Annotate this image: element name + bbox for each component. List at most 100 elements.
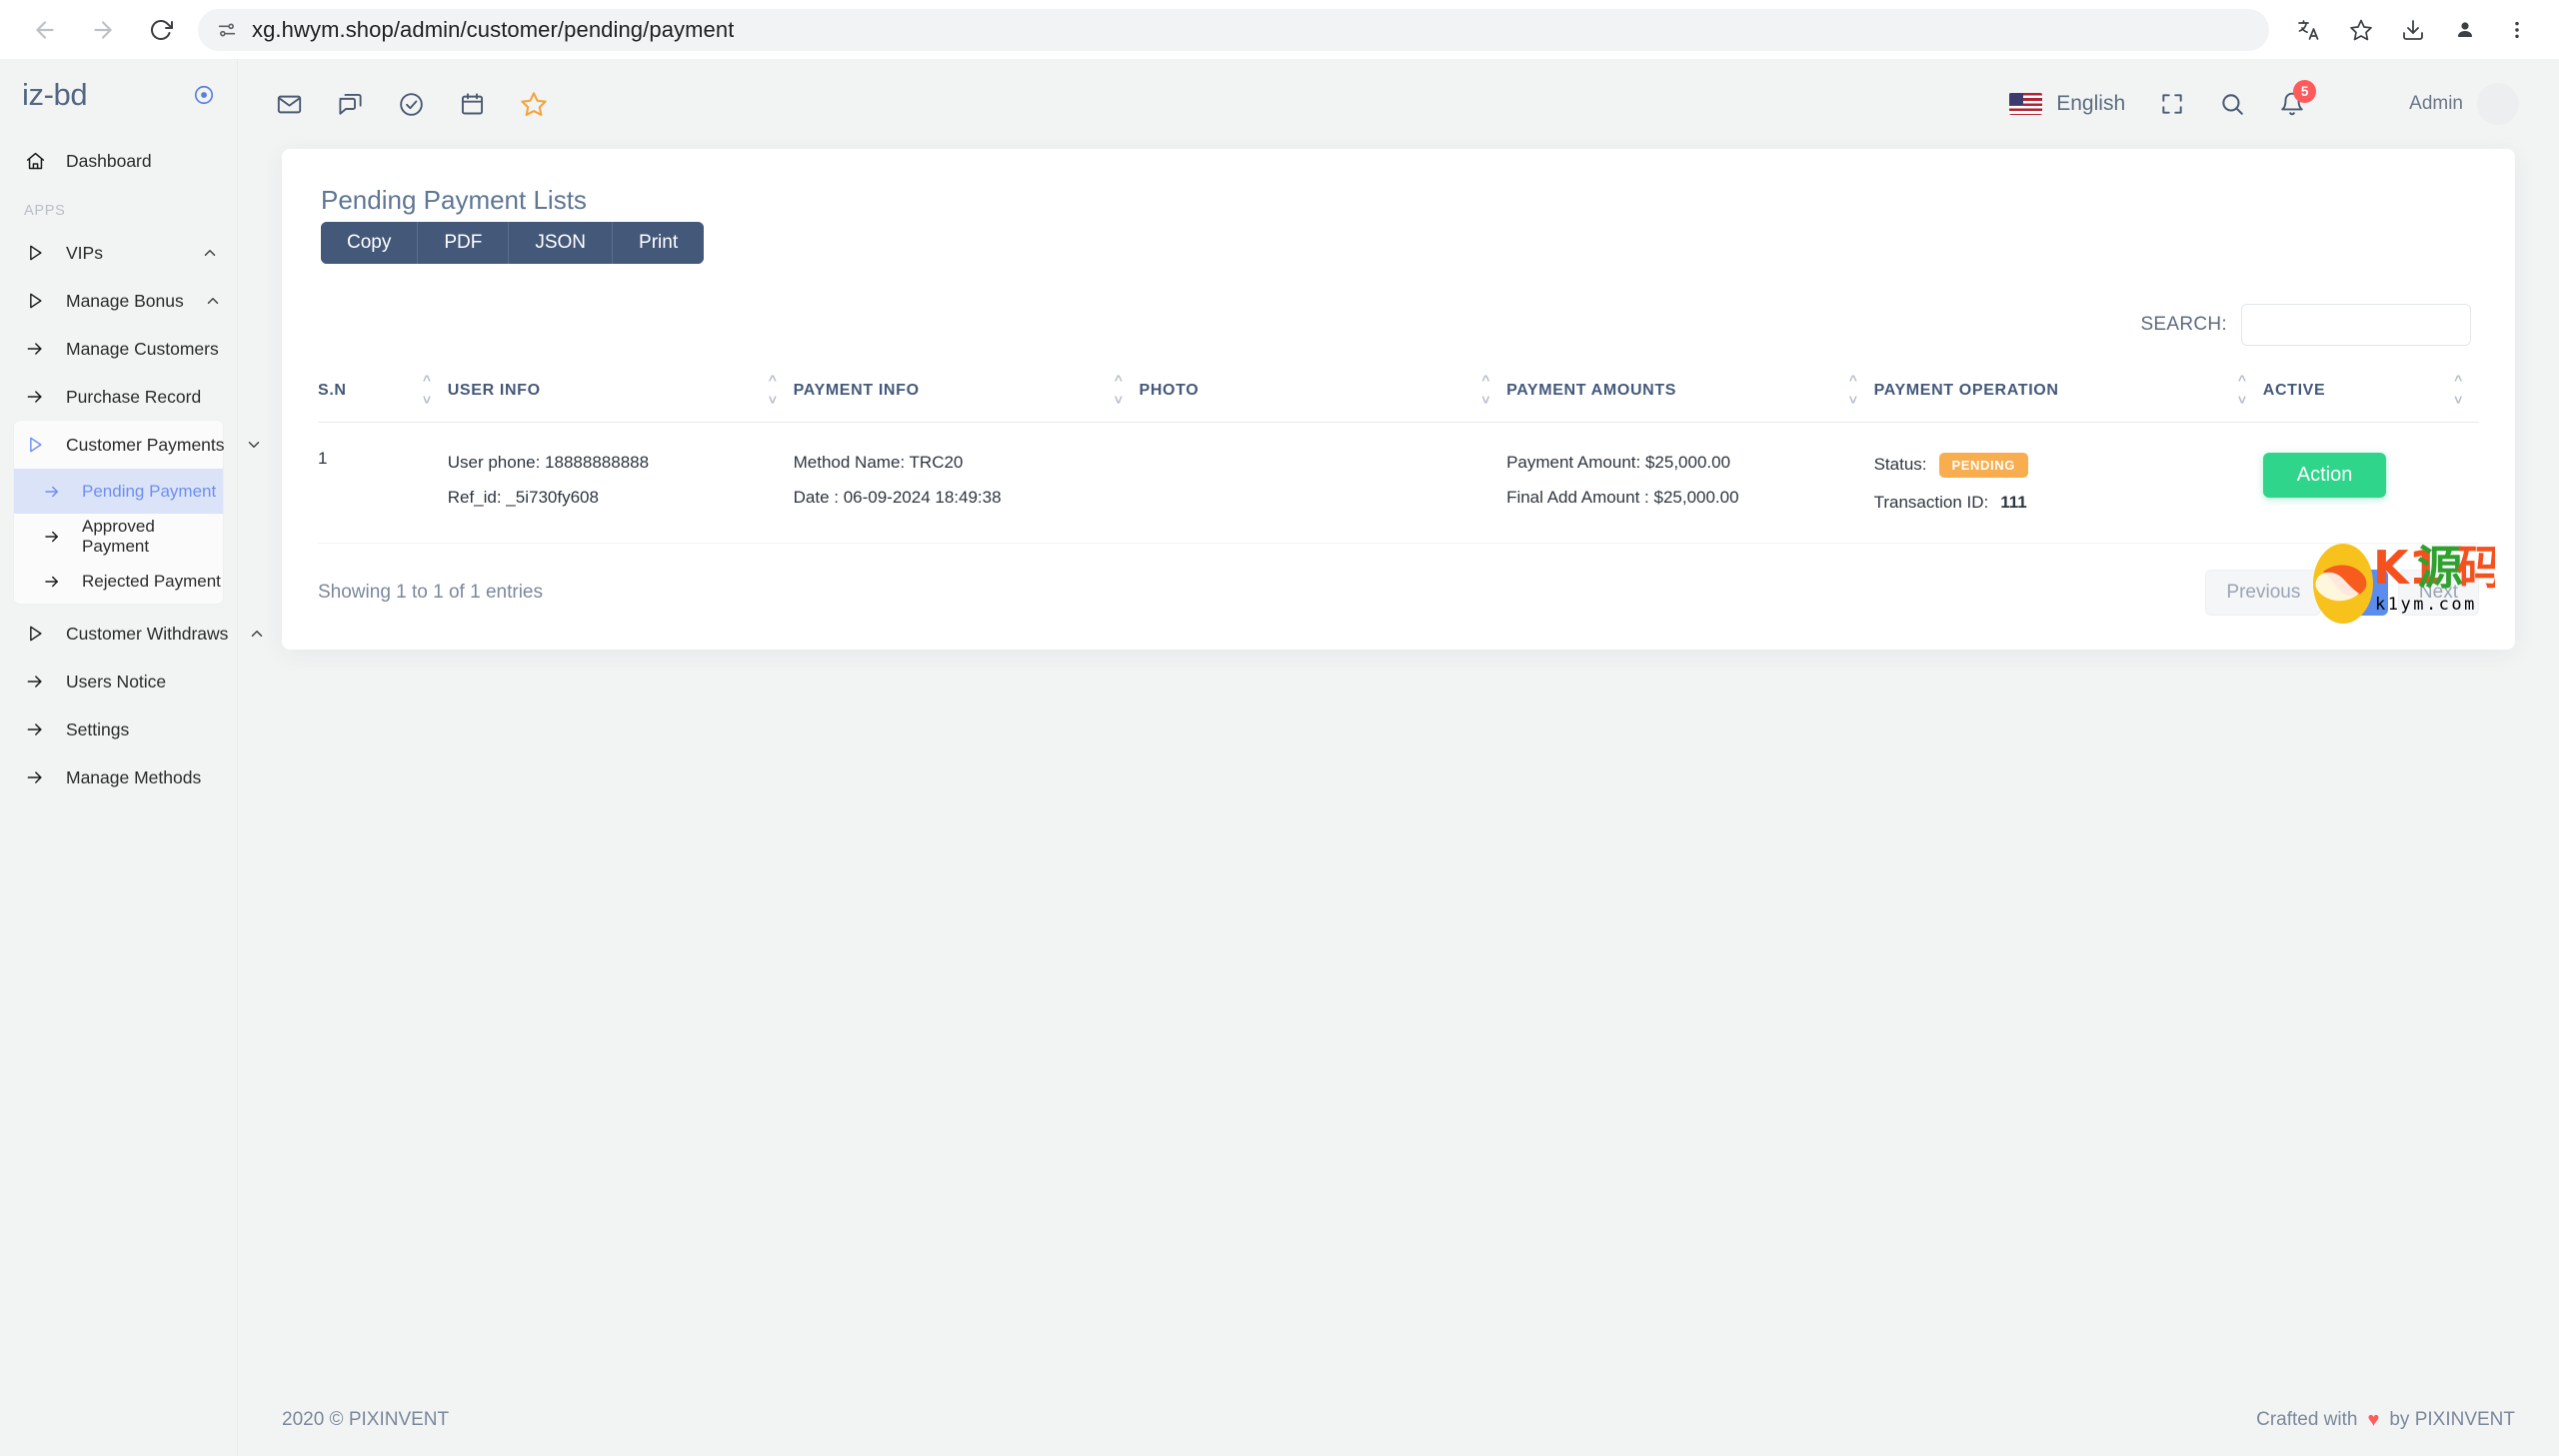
sidebar-brand[interactable]: iz-bd [0, 59, 237, 131]
browser-reload-button[interactable] [134, 3, 188, 57]
browser-forward-button[interactable] [76, 3, 130, 57]
sidebar-item-manage-methods[interactable]: Manage Methods [0, 753, 237, 801]
sidebar-item-customer-withdraws[interactable]: Customer Withdraws [0, 610, 237, 658]
entries-info: Showing 1 to 1 of 1 entries [318, 582, 543, 604]
pending-payments-card: Pending Payment Lists Copy PDF JSON Prin… [282, 149, 2515, 650]
sidebar-item-rejected-payment[interactable]: Rejected Payment [14, 559, 223, 604]
column-header-user-info[interactable]: USER INFO ^˅ [448, 368, 794, 423]
next-page-button[interactable]: Next [2398, 570, 2479, 616]
browser-toolbar: xg.hwym.shop/admin/customer/pending/paym… [0, 0, 2559, 59]
sidebar-item-purchase-record[interactable]: Purchase Record [0, 373, 237, 421]
home-icon [24, 150, 46, 172]
column-header-photo[interactable]: PHOTO ^˅ [1140, 368, 1507, 423]
json-button[interactable]: JSON [509, 222, 613, 264]
heart-icon: ♥ [2367, 1409, 2379, 1432]
page-footer: 2020 © PIXINVENT Crafted with ♥ by PIXIN… [238, 1384, 2559, 1456]
sidebar-item-label: Pending Payment [82, 482, 216, 502]
search-icon[interactable] [2219, 91, 2245, 117]
mail-icon[interactable] [276, 91, 303, 118]
sidebar-item-customer-payments[interactable]: Customer Payments [14, 421, 223, 469]
user-ref-id: Ref_id: _5i730fy608 [448, 488, 794, 508]
profile-icon[interactable] [2441, 6, 2489, 54]
pdf-button[interactable]: PDF [418, 222, 509, 264]
app-container: iz-bd Dashboard APPS VIPs [0, 59, 2559, 1456]
status-label: Status: [1874, 455, 1927, 475]
browser-address-bar[interactable]: xg.hwym.shop/admin/customer/pending/paym… [198, 9, 2269, 51]
sort-arrows-icon[interactable]: ^˅ [1849, 376, 1858, 404]
sidebar-item-dashboard[interactable]: Dashboard [0, 137, 237, 185]
translate-icon[interactable] [2285, 6, 2333, 54]
sort-arrows-icon[interactable]: ^˅ [769, 376, 778, 404]
print-button[interactable]: Print [613, 222, 704, 264]
table-body: 1 User phone: 18888888888 Ref_id: _5i730… [318, 422, 2479, 543]
browser-back-button[interactable] [18, 3, 72, 57]
column-label: S.N [318, 382, 347, 399]
sidebar-item-settings[interactable]: Settings [0, 706, 237, 753]
arrow-right-icon [24, 671, 46, 693]
cell-photo [1140, 422, 1507, 543]
arrow-right-icon [42, 527, 62, 547]
sidebar-item-label: Users Notice [66, 672, 166, 693]
sort-arrows-icon[interactable]: ^˅ [1115, 376, 1124, 404]
column-header-payment-info[interactable]: PAYMENT INFO ^˅ [794, 368, 1140, 423]
arrow-right-icon [42, 482, 62, 502]
circle-target-icon[interactable] [193, 84, 215, 106]
bookmark-star-icon[interactable] [2337, 6, 2385, 54]
payment-amount: Payment Amount: $25,000.00 [1506, 453, 1874, 473]
sidebar-item-manage-customers[interactable]: Manage Customers [0, 325, 237, 373]
column-header-sn[interactable]: S.N ^˅ [318, 368, 448, 423]
user-name: Admin [2409, 93, 2463, 115]
column-header-payment-operation[interactable]: PAYMENT OPERATION ^˅ [1874, 368, 2263, 423]
column-label: PHOTO [1140, 382, 1200, 399]
column-label: USER INFO [448, 382, 541, 399]
cell-payment-info: Method Name: TRC20 Date : 06-09-2024 18:… [794, 422, 1140, 543]
sort-arrows-icon[interactable]: ^˅ [1481, 376, 1490, 404]
arrow-right-icon [24, 766, 46, 788]
url-text: xg.hwym.shop/admin/customer/pending/paym… [252, 17, 734, 43]
page-number-button[interactable]: 1 [2331, 570, 2388, 616]
sidebar-item-pending-payment[interactable]: Pending Payment [14, 469, 223, 514]
transaction-id: 111 [2000, 493, 2027, 513]
sort-arrows-icon[interactable]: ^˅ [2238, 376, 2247, 404]
sort-arrows-icon[interactable]: ^˅ [423, 376, 432, 404]
sort-arrows-icon[interactable]: ^˅ [2454, 376, 2463, 404]
sidebar-item-vips[interactable]: VIPs [0, 229, 237, 277]
calendar-icon[interactable] [459, 91, 486, 118]
column-label: ACTIVE [2263, 382, 2326, 399]
action-button[interactable]: Action [2263, 453, 2387, 498]
kebab-menu-icon[interactable] [2493, 6, 2541, 54]
sidebar-group-customer-payments: Customer Payments Pending Payment App [14, 421, 223, 604]
play-triangle-icon [24, 434, 46, 456]
chevron-up-icon [201, 244, 219, 262]
arrow-right-icon [24, 386, 46, 408]
site-settings-icon[interactable] [216, 19, 238, 41]
download-icon[interactable] [2389, 6, 2437, 54]
notifications-button[interactable]: 5 [2279, 91, 2305, 117]
table-row: 1 User phone: 18888888888 Ref_id: _5i730… [318, 422, 2479, 543]
sidebar-item-label: Rejected Payment [82, 572, 221, 592]
column-label: PAYMENT OPERATION [1874, 382, 2059, 399]
star-icon[interactable] [520, 90, 548, 118]
column-header-active[interactable]: ACTIVE ^˅ [2263, 368, 2479, 423]
sidebar-item-manage-bonus[interactable]: Manage Bonus [0, 277, 237, 325]
language-selector[interactable]: English [2009, 92, 2125, 116]
arrow-right-icon [24, 719, 46, 740]
transaction-label: Transaction ID: [1874, 493, 1989, 513]
user-menu[interactable]: Admin [2409, 83, 2519, 125]
fullscreen-icon[interactable] [2159, 91, 2185, 117]
search-input[interactable] [2241, 304, 2471, 346]
column-header-payment-amounts[interactable]: PAYMENT AMOUNTS ^˅ [1506, 368, 1874, 423]
payment-date: Date : 06-09-2024 18:49:38 [794, 488, 1140, 508]
browser-actions [2285, 6, 2541, 54]
sidebar-item-label: Customer Payments [66, 435, 225, 456]
sidebar-item-label: Purchase Record [66, 387, 201, 408]
sidebar-item-approved-payment[interactable]: Approved Payment [14, 514, 223, 559]
chat-icon[interactable] [337, 91, 364, 118]
language-label: English [2056, 92, 2125, 116]
sidebar-item-users-notice[interactable]: Users Notice [0, 658, 237, 706]
arrow-right-icon [24, 338, 46, 360]
check-circle-icon[interactable] [398, 91, 425, 118]
crafted-suffix: by PIXINVENT [2389, 1409, 2515, 1431]
previous-page-button[interactable]: Previous [2205, 570, 2321, 616]
copy-button[interactable]: Copy [321, 222, 418, 264]
